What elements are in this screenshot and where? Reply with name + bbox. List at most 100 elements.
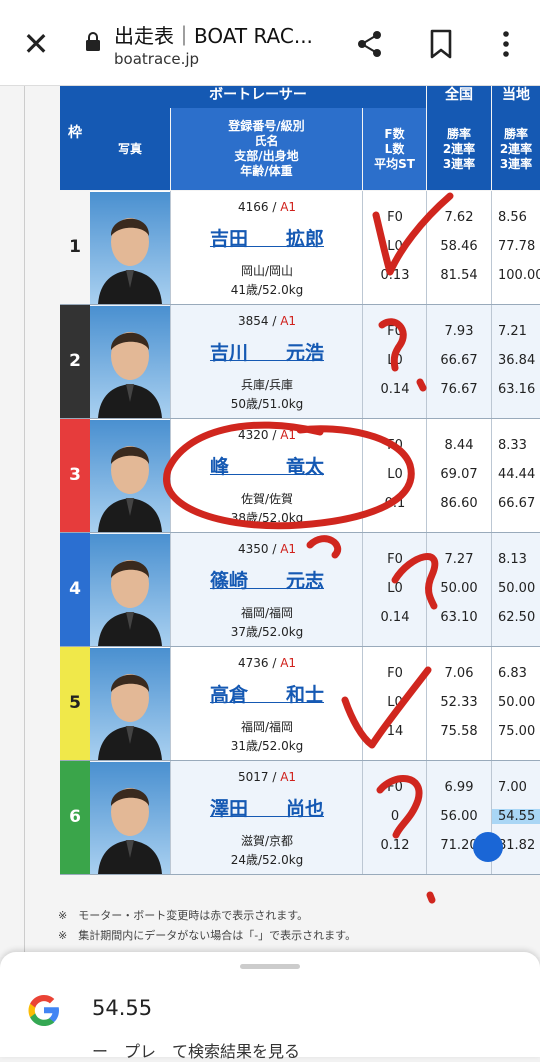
branch-birthplace: 滋賀/京都	[240, 834, 294, 848]
class-badge: A1	[280, 770, 297, 784]
search-results-link[interactable]: ー プレ て検索結果を見る	[92, 1038, 300, 1062]
zenkoku-win-rate: 7.06	[444, 666, 474, 681]
registration-number: 4166 /	[237, 200, 281, 214]
zenkoku-win-rate: 6.99	[444, 780, 474, 795]
touchi-win-rate: 8.33	[498, 438, 527, 453]
racer-name-link[interactable]: 高倉 和士	[172, 680, 362, 707]
l-count: L0	[387, 239, 403, 254]
info-header: 登録番号/級別 氏名 支部/出身地 年齢/体重	[171, 108, 362, 190]
waku-number: 3	[60, 419, 90, 532]
racer-photo[interactable]	[90, 420, 170, 532]
registration-class: 4320 / A1	[172, 428, 362, 442]
close-icon[interactable]: ✕	[18, 26, 54, 62]
touchi-2ren-rate: 50.00	[498, 581, 536, 596]
touchi-3ren-rate: 100.00	[498, 268, 540, 283]
average-st: 0.14	[380, 382, 410, 397]
racer-name-link[interactable]: 篠崎 元志	[172, 566, 362, 593]
cell-divider	[170, 305, 171, 418]
registration-class: 4166 / A1	[172, 200, 362, 214]
touchi-win-rate: 8.56	[498, 210, 527, 225]
branch-birthplace: 福岡/福岡	[240, 606, 294, 620]
class-badge: A1	[280, 200, 297, 214]
google-logo-icon	[28, 995, 59, 1026]
racer-name-link[interactable]: 吉川 元浩	[172, 338, 362, 365]
zenkoku-win-rate: 8.44	[444, 438, 474, 453]
touchi-win-rate: 6.83	[498, 666, 527, 681]
f-count: F0	[387, 666, 403, 681]
touchi-2ren-rate[interactable]: 54.55	[492, 809, 540, 824]
racer-photo[interactable]	[90, 306, 170, 418]
f-count: F0	[387, 552, 403, 567]
zenkoku-win-rate: 7.93	[444, 324, 474, 339]
footnote: ※ モーター・ボート変更時は赤で表示されます。	[58, 909, 309, 922]
drag-handle[interactable]	[240, 964, 300, 969]
f-count: F0	[387, 324, 403, 339]
average-st: 0.13	[380, 268, 410, 283]
waku-number: 5	[60, 647, 90, 760]
cell-divider	[170, 647, 171, 760]
footnote: ※ 集計期間内にデータがない場合は「-」で表示されます。	[58, 929, 357, 942]
f-count: F0	[387, 780, 403, 795]
age-weight: 38歳/52.0kg	[230, 511, 304, 525]
st-header: F数 L数 平均ST	[363, 108, 426, 190]
zenkoku-3ren-rate: 71.20	[440, 838, 478, 853]
page-border	[24, 86, 25, 957]
zenkoku-2ren-rate: 69.07	[440, 467, 478, 482]
l-count: L0	[387, 695, 403, 710]
zenkoku-win-rate: 7.62	[444, 210, 474, 225]
boatracer-header: ボートレーサー	[90, 86, 426, 108]
racer-photo[interactable]	[90, 648, 170, 760]
page-url[interactable]: boatrace.jp	[114, 50, 199, 68]
racer-photo[interactable]	[90, 762, 170, 874]
racer-name-link[interactable]: 峰 竜太	[172, 452, 362, 479]
registration-number: 4350 /	[237, 542, 281, 556]
zenkoku-win-rate: 7.27	[444, 552, 474, 567]
touchi-3ren-rate: 62.50	[498, 610, 536, 625]
racer-row: 5 4736 / A1 高倉 和士 福岡/福岡 31歳/52.0kg F0 L0…	[60, 647, 540, 761]
racer-row: 1 4166 / A1 吉田 拡郎 岡山/岡山 41歳/52.0kg F0 L0…	[60, 191, 540, 305]
average-st: 0.14	[380, 610, 410, 625]
f-count: F0	[387, 210, 403, 225]
zenkoku-2ren-rate: 52.33	[440, 695, 478, 710]
zenkoku-3ren-rate: 63.10	[440, 610, 478, 625]
average-st: 0.12	[380, 838, 410, 853]
registration-class: 4736 / A1	[172, 656, 362, 670]
page-title: 出走表｜BOAT RAC...	[114, 24, 313, 48]
registration-number: 5017 /	[237, 770, 281, 784]
zenkoku-2ren-rate: 66.67	[440, 353, 478, 368]
page-content[interactable]: 枠 ボートレーサー 全国 当地 写真 登録番号/級別 氏名 支部/出身地 年齢/体重 …	[0, 86, 540, 957]
zenkoku-2ren-rate: 56.00	[440, 809, 478, 824]
racer-name-link[interactable]: 吉田 拡郎	[172, 224, 362, 251]
zenkoku-3ren-rate: 76.67	[440, 382, 478, 397]
branch-birthplace: 兵庫/兵庫	[240, 378, 294, 392]
more-vert-icon[interactable]	[488, 26, 524, 62]
average-st: 14	[386, 724, 404, 739]
racer-name-link[interactable]: 澤田 尚也	[172, 794, 362, 821]
waku-number: 4	[60, 533, 90, 646]
touchi-win-rate: 7.00	[498, 780, 527, 795]
racer-row: 3 4320 / A1 峰 竜太 佐賀/佐賀 38歳/52.0kg F0 L0 …	[60, 419, 540, 533]
lock-icon	[86, 32, 100, 51]
zenkoku-3ren-rate: 86.60	[440, 496, 478, 511]
waku-header: 枠	[60, 86, 90, 190]
photo-header: 写真	[90, 108, 170, 190]
share-icon[interactable]	[352, 26, 388, 62]
racer-photo[interactable]	[90, 534, 170, 646]
age-weight: 50歳/51.0kg	[230, 397, 304, 411]
cell-divider	[170, 761, 171, 874]
zenkoku-header: 全国	[427, 86, 491, 108]
touchi-2ren-rate: 77.78	[498, 239, 536, 254]
age-weight: 41歳/52.0kg	[230, 283, 304, 297]
class-badge: A1	[280, 542, 297, 556]
branch-birthplace: 佐賀/佐賀	[240, 492, 294, 506]
racer-row: 4 4350 / A1 篠崎 元志 福岡/福岡 37歳/52.0kg F0 L0…	[60, 533, 540, 647]
bottom-sheet[interactable]: 54.55 ー プレ て検索結果を見る	[0, 952, 540, 1061]
zenkoku-rate-header: 勝率 2連率 3連率	[427, 108, 491, 190]
touchi-2ren-rate: 50.00	[498, 695, 536, 710]
racer-row: 2 3854 / A1 吉川 元浩 兵庫/兵庫 50歳/51.0kg F0 L0…	[60, 305, 540, 419]
class-badge: A1	[280, 314, 297, 328]
l-count: L0	[387, 581, 403, 596]
bookmark-icon[interactable]	[423, 26, 459, 62]
cell-divider	[170, 191, 171, 304]
racer-photo[interactable]	[90, 192, 170, 304]
